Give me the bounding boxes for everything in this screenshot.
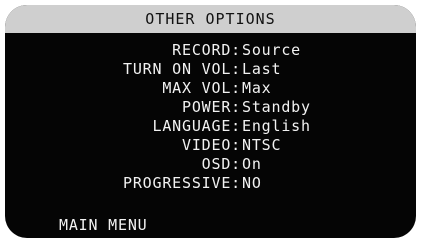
main-menu-button[interactable]: MAIN MENU	[59, 216, 147, 235]
power-value: Standby	[242, 98, 311, 116]
osd-value: On	[242, 155, 262, 173]
max-vol-label: MAX VOL:	[162, 79, 241, 97]
progressive-value: NO	[242, 174, 262, 192]
option-row-progressive[interactable]: PROGRESSIVE: NO	[5, 174, 416, 193]
option-row-max-vol[interactable]: MAX VOL: Max	[5, 79, 416, 98]
progressive-label: PROGRESSIVE:	[123, 174, 241, 192]
video-label: VIDEO:	[182, 136, 241, 154]
power-label: POWER:	[182, 98, 241, 116]
video-value: NTSC	[242, 136, 282, 154]
option-row-turn-on-vol[interactable]: TURN ON VOL: Last	[5, 60, 416, 79]
option-row-video[interactable]: VIDEO: NTSC	[5, 136, 416, 155]
record-value: Source	[242, 41, 301, 59]
turn-on-vol-label: TURN ON VOL:	[123, 60, 241, 78]
osd-screen: OTHER OPTIONS RECORD: Source TURN ON VOL…	[5, 5, 416, 238]
turn-on-vol-value: Last	[242, 60, 282, 78]
option-row-language[interactable]: LANGUAGE: English	[5, 117, 416, 136]
option-row-power[interactable]: POWER: Standby	[5, 98, 416, 117]
record-label: RECORD:	[172, 41, 241, 59]
option-row-osd[interactable]: OSD: On	[5, 155, 416, 174]
option-row-record[interactable]: RECORD: Source	[5, 41, 416, 60]
max-vol-value: Max	[242, 79, 272, 97]
osd-label: OSD:	[201, 155, 241, 173]
menu-title: OTHER OPTIONS	[5, 5, 416, 33]
language-label: LANGUAGE:	[152, 117, 241, 135]
language-value: English	[242, 117, 311, 135]
